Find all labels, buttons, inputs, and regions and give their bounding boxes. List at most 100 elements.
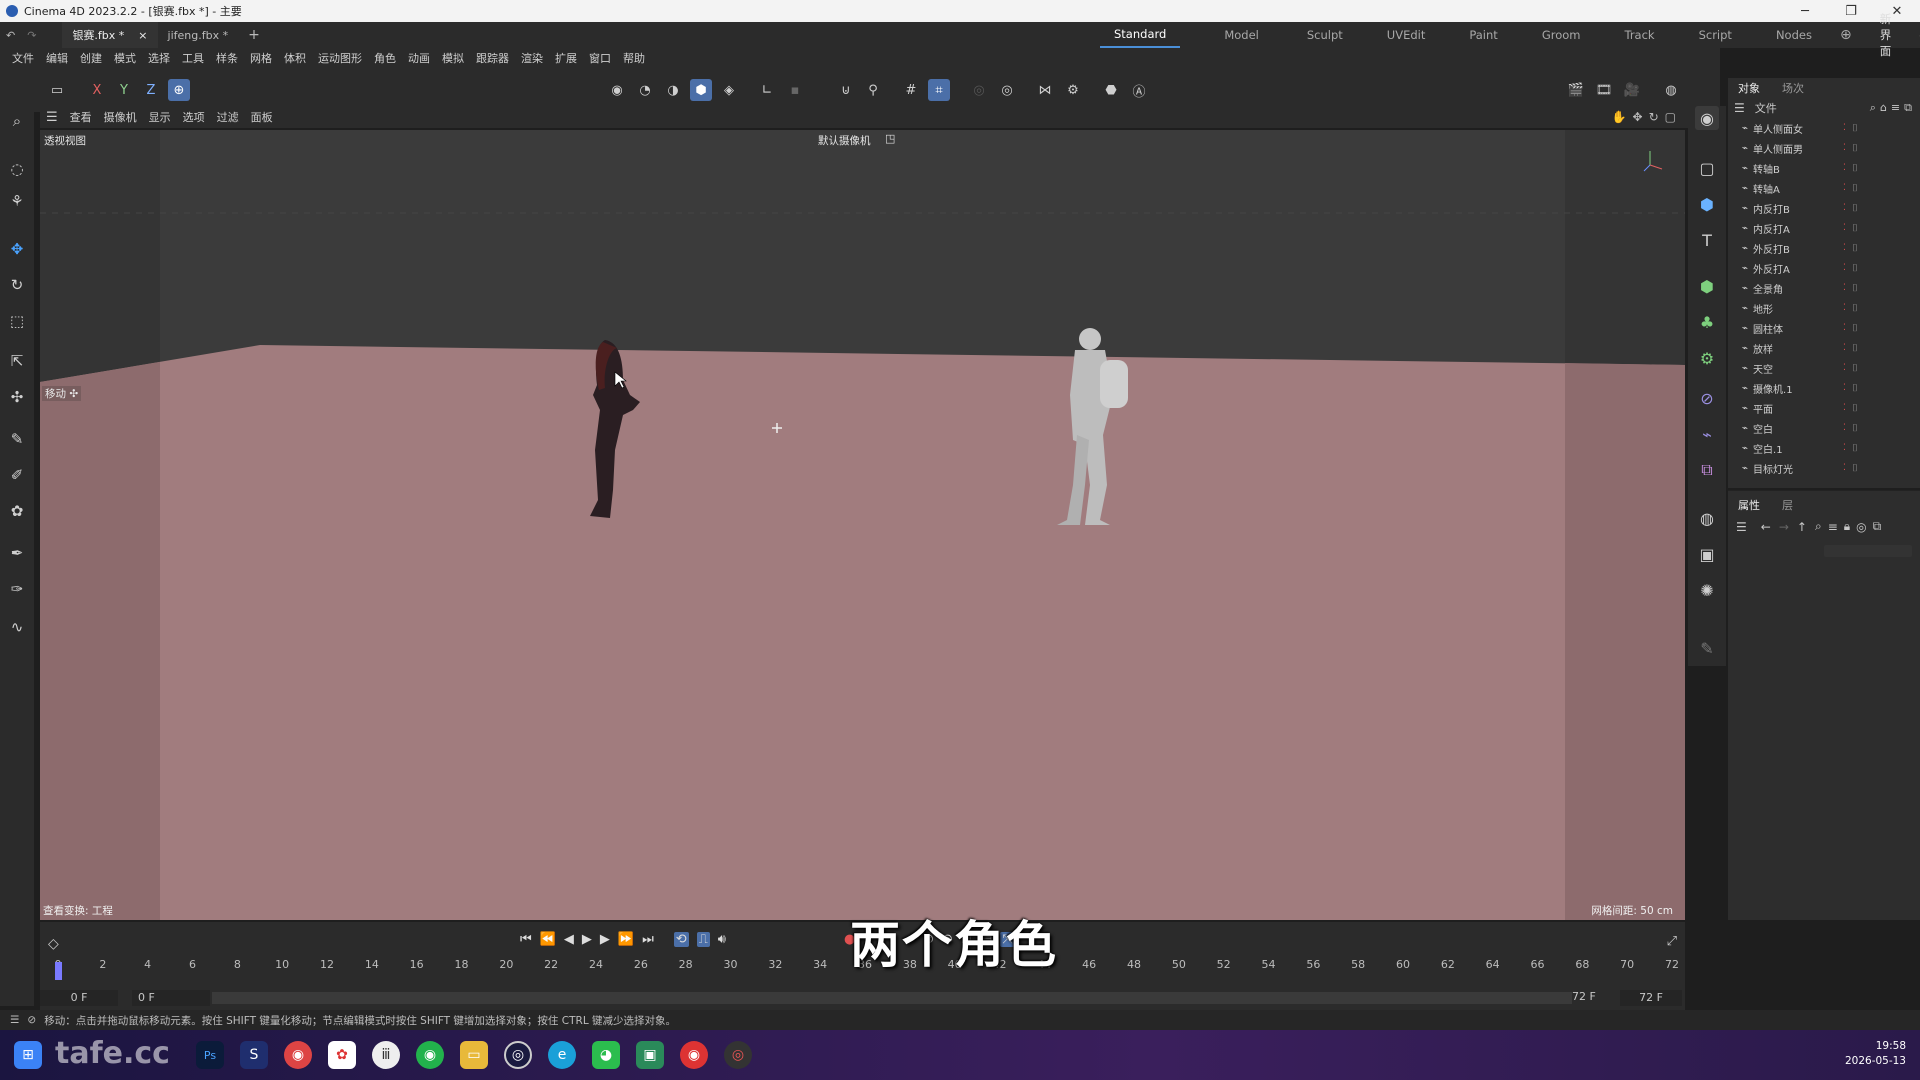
status-menu-icon[interactable]: ☰: [10, 1014, 19, 1026]
loop-icon[interactable]: ⟲: [673, 932, 689, 947]
spline-object-icon[interactable]: ⌁: [1695, 422, 1719, 446]
tab-attributes[interactable]: 属性: [1738, 497, 1760, 513]
object-list-item[interactable]: ⌁ 转轴B ⁚ ⌷: [1728, 158, 1920, 178]
menu-window[interactable]: 窗口: [583, 50, 617, 66]
menu-edit[interactable]: 编辑: [40, 50, 74, 66]
search-icon[interactable]: ⌕: [6, 110, 28, 132]
menu-create[interactable]: 创建: [74, 50, 108, 66]
object-list-item[interactable]: ⌁ 内反打A ⁚ ⌷: [1728, 218, 1920, 238]
object-list-item[interactable]: ⌁ 空白.1 ⁚ ⌷: [1728, 438, 1920, 458]
start-frame-field[interactable]: 0 F: [132, 990, 210, 1006]
c4d-icon[interactable]: ◎: [504, 1041, 532, 1069]
render-picture-viewer-icon[interactable]: 🎞: [1593, 79, 1615, 101]
layout-tab-standard[interactable]: Standard: [1100, 22, 1181, 48]
visibility-dots-icon[interactable]: ⁚: [1843, 283, 1846, 293]
play-icon[interactable]: ▶: [582, 932, 592, 947]
windows-start-icon[interactable]: ⊞: [14, 1041, 42, 1069]
file-explorer-icon[interactable]: ▭: [460, 1041, 488, 1069]
previous-key-icon[interactable]: ⏪: [540, 932, 556, 947]
symmetry-settings-icon[interactable]: ⚙: [1062, 79, 1084, 101]
text-icon[interactable]: T: [1695, 228, 1719, 252]
transfer-tool-icon[interactable]: ⇱: [6, 350, 28, 372]
sound-icon[interactable]: 🔊︎: [718, 932, 726, 947]
texture-mode-icon[interactable]: ▪: [784, 79, 806, 101]
paint-icon[interactable]: ✿: [6, 500, 28, 522]
visibility-dots-icon[interactable]: ⁚: [1843, 403, 1846, 413]
object-list-item[interactable]: ⌁ 单人侧面男 ⁚ ⌷: [1728, 138, 1920, 158]
hub-icon[interactable]: ⅲ: [372, 1041, 400, 1069]
coordinate-system-icon[interactable]: ⊕: [168, 79, 190, 101]
close-tab-icon[interactable]: ×: [138, 29, 147, 42]
menu-simulate[interactable]: 模拟: [436, 50, 470, 66]
objects-hamburger-icon[interactable]: ☰: [1734, 101, 1745, 115]
tag-icon[interactable]: ⌷: [1852, 463, 1858, 474]
playhead-marker[interactable]: [55, 962, 62, 980]
object-list-item[interactable]: ⌁ 放样 ⁚ ⌷: [1728, 338, 1920, 358]
selection-filter-icon[interactable]: ⚘: [6, 190, 28, 212]
cinema4d-s-icon[interactable]: S: [240, 1041, 268, 1069]
attr-filter-icon[interactable]: ≡: [1828, 520, 1838, 534]
render-view-icon[interactable]: 🎬: [1565, 79, 1587, 101]
layout-tab-groom[interactable]: Groom: [1528, 22, 1595, 48]
rotate-tool-icon[interactable]: ↻: [6, 274, 28, 296]
viewport-menu-options[interactable]: 选项: [177, 109, 211, 125]
back-arrow-icon[interactable]: ←: [1761, 520, 1771, 534]
object-list-item[interactable]: ⌁ 转轴A ⁚ ⌷: [1728, 178, 1920, 198]
undo-history-icon[interactable]: ▭: [46, 79, 68, 101]
toggle-switch-icon[interactable]: ◐: [1905, 22, 1920, 48]
tag-icon[interactable]: ⌷: [1852, 323, 1858, 334]
visibility-dots-icon[interactable]: ⁚: [1843, 443, 1846, 453]
axis-z-toggle[interactable]: Z: [140, 79, 162, 101]
end-frame-max-field[interactable]: 72 F: [1620, 990, 1682, 1006]
tag-icon[interactable]: ⌷: [1852, 203, 1858, 214]
c4d-red-icon[interactable]: ◎: [724, 1041, 752, 1069]
menu-mograph[interactable]: 运动图形: [312, 50, 368, 66]
viewport-nav-icons[interactable]: ✋✥↻▢: [1612, 110, 1682, 124]
menu-character[interactable]: 角色: [368, 50, 402, 66]
locked-workplane-icon[interactable]: ◎: [996, 79, 1018, 101]
tag-icon[interactable]: ⌷: [1852, 243, 1858, 254]
object-list-item[interactable]: ⌁ 平面 ⁚ ⌷: [1728, 398, 1920, 418]
axis-x-toggle[interactable]: X: [86, 79, 108, 101]
clock[interactable]: 19:58 2026-05-13: [1845, 1039, 1906, 1069]
viewport-menu-view[interactable]: 查看: [64, 109, 98, 125]
menu-tools[interactable]: 工具: [176, 50, 210, 66]
preview-range-bar[interactable]: [212, 992, 1572, 1004]
object-list-item[interactable]: ⌁ 地形 ⁚ ⌷: [1728, 298, 1920, 318]
spline-tool-icon[interactable]: ∿: [6, 616, 28, 638]
layout-tab-model[interactable]: Model: [1210, 22, 1273, 48]
object-list-item[interactable]: ⌁ 外反打B ⁚ ⌷: [1728, 238, 1920, 258]
menu-animate[interactable]: 动画: [402, 50, 436, 66]
spline-pen-icon[interactable]: ✎: [6, 428, 28, 450]
layout-tab-track[interactable]: Track: [1610, 22, 1668, 48]
objects-manager-icon[interactable]: ◉: [1695, 106, 1719, 130]
object-list-item[interactable]: ⌁ 目标灯光 ⁚ ⌷: [1728, 458, 1920, 478]
layout-tab-script[interactable]: Script: [1685, 22, 1746, 48]
edge-mode-icon[interactable]: ◑: [662, 79, 684, 101]
object-mode-icon[interactable]: ◉: [606, 79, 628, 101]
animation-record-icon[interactable]: Ⓐ: [1128, 79, 1150, 101]
environment-icon[interactable]: ◍: [1695, 506, 1719, 530]
timeline-graph-icon[interactable]: ⤢: [1667, 934, 1677, 949]
object-list-item[interactable]: ⌁ 空白 ⁚ ⌷: [1728, 418, 1920, 438]
pen-icon[interactable]: ✎: [1695, 636, 1719, 660]
live-selection-icon[interactable]: ◌: [6, 158, 28, 180]
layout-tab-uvedit[interactable]: UVEdit: [1373, 22, 1440, 48]
snap-icon[interactable]: ⌗: [928, 79, 950, 101]
end-frame-field[interactable]: 72 F: [1572, 990, 1612, 1006]
light-object-icon[interactable]: ✺: [1695, 578, 1719, 602]
tag-icon[interactable]: ⌷: [1852, 303, 1858, 314]
screen-app-icon[interactable]: ▣: [636, 1041, 664, 1069]
attr-settings-icon[interactable]: ◎: [1856, 520, 1866, 534]
brush-icon[interactable]: ✒: [6, 542, 28, 564]
red-app-icon[interactable]: ◉: [680, 1041, 708, 1069]
layout-tab-nodes[interactable]: Nodes: [1762, 22, 1826, 48]
polygon-mode-icon[interactable]: ⬢: [690, 79, 712, 101]
menu-mode[interactable]: 模式: [108, 50, 142, 66]
magnet-icon[interactable]: ⊍: [835, 79, 857, 101]
menu-render[interactable]: 渲染: [515, 50, 549, 66]
object-list-item[interactable]: ⌁ 摄像机.1 ⁚ ⌷: [1728, 378, 1920, 398]
viewport-menu-display[interactable]: 显示: [143, 109, 177, 125]
add-layout-icon[interactable]: ⊕: [1826, 22, 1866, 48]
current-frame-field[interactable]: 0 F: [40, 990, 118, 1006]
